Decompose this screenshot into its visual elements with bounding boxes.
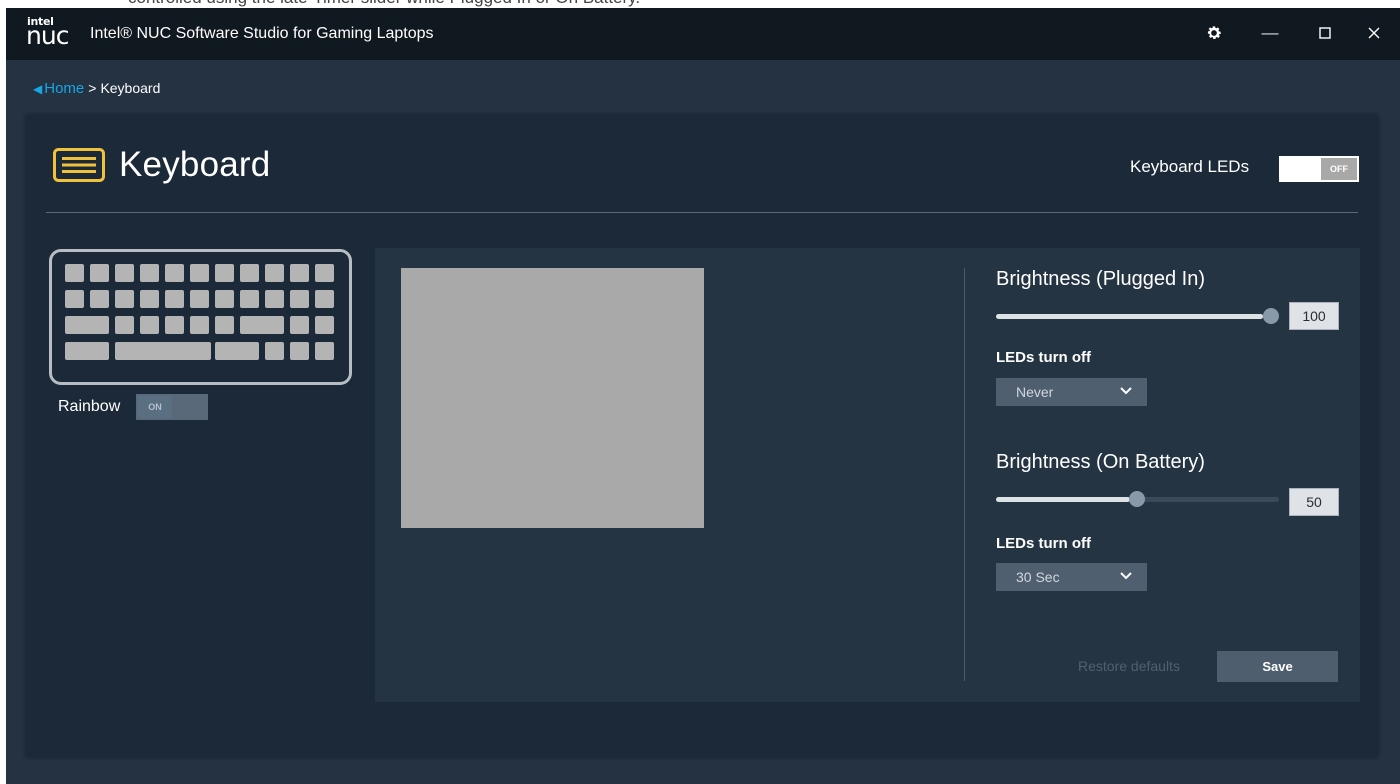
color-preview <box>401 268 704 528</box>
breadcrumb-home-link[interactable]: Home <box>44 80 84 97</box>
brightness-plugged-slider[interactable] <box>996 308 1279 324</box>
toggle-state-on: ON <box>138 396 172 418</box>
breadcrumb-current: Keyboard <box>100 80 161 96</box>
keyboard-key <box>115 290 134 308</box>
page-title: Keyboard <box>119 145 271 184</box>
keyboard-key <box>190 290 209 308</box>
keyboard-key <box>165 316 184 334</box>
keyboard-key <box>315 264 334 282</box>
rainbow-toggle[interactable]: ON <box>136 394 208 420</box>
keyboard-icon <box>53 148 105 182</box>
keyboard-key <box>65 342 109 360</box>
keyboard-key <box>315 342 334 360</box>
keyboard-key <box>115 264 134 282</box>
brightness-battery-title: Brightness (On Battery) <box>996 451 1205 473</box>
settings-button[interactable] <box>1201 20 1227 46</box>
minimize-icon: — <box>1261 23 1279 42</box>
keyboard-key <box>240 290 259 308</box>
dropdown-value: Never <box>1016 384 1054 400</box>
minimize-button[interactable]: — <box>1257 20 1283 46</box>
keyboard-key <box>90 264 109 282</box>
keyboard-key <box>290 290 309 308</box>
caption-text: controlled using the late-Timer slider w… <box>128 0 640 8</box>
keyboard-key <box>65 290 84 308</box>
keyboard-key <box>115 342 211 360</box>
slider-thumb[interactable] <box>1263 308 1279 324</box>
battery-leds-turn-off-dropdown[interactable]: 30 Sec <box>996 563 1147 591</box>
brightness-plugged-title: Brightness (Plugged In) <box>996 268 1206 290</box>
plugged-leds-turn-off-label: LEDs turn off <box>996 349 1091 366</box>
keyboard-keys <box>52 252 349 382</box>
keyboard-key <box>140 290 159 308</box>
restore-defaults-button[interactable]: Restore defaults <box>1078 658 1180 674</box>
panel-divider <box>964 268 965 681</box>
keyboard-key <box>290 342 309 360</box>
dropdown-value: 30 Sec <box>1016 569 1060 585</box>
intel-nuc-logo: intel nuc <box>26 15 70 50</box>
chevron-down-icon <box>1120 387 1132 395</box>
keyboard-key <box>140 316 159 334</box>
keyboard-key <box>265 342 284 360</box>
background-caption: controlled using the late-Timer slider w… <box>0 0 1400 8</box>
keyboard-key <box>65 316 109 334</box>
keyboard-key <box>140 264 159 282</box>
keyboard-leds-toggle[interactable]: OFF <box>1279 156 1359 182</box>
toggle-state-off: OFF <box>1321 158 1357 180</box>
keyboard-key <box>290 316 309 334</box>
keyboard-key <box>240 264 259 282</box>
slider-fill <box>996 314 1263 319</box>
maximize-button[interactable] <box>1312 20 1338 46</box>
title-bar: intel nuc Intel® NUC Software Studio for… <box>6 8 1400 60</box>
keyboard-key <box>90 290 109 308</box>
brightness-battery-value[interactable]: 50 <box>1289 488 1339 516</box>
app-window: intel nuc Intel® NUC Software Studio for… <box>6 8 1400 784</box>
keyboard-key <box>290 264 309 282</box>
keyboard-key <box>65 264 84 282</box>
keyboard-key <box>315 316 334 334</box>
slider-thumb[interactable] <box>1129 491 1145 507</box>
battery-leds-turn-off-label: LEDs turn off <box>996 535 1091 552</box>
save-button[interactable]: Save <box>1217 651 1338 682</box>
keyboard-key <box>315 290 334 308</box>
back-arrow-icon[interactable]: ◀ <box>33 82 42 96</box>
brightness-plugged-value[interactable]: 100 <box>1289 302 1339 330</box>
logo-nuc-text: nuc <box>26 21 69 50</box>
keyboard-leds-label: Keyboard LEDs <box>1130 157 1250 176</box>
header-divider <box>46 212 1358 213</box>
keyboard-key <box>215 264 234 282</box>
app-title: Intel® NUC Software Studio for Gaming La… <box>90 25 434 42</box>
keyboard-key <box>190 316 209 334</box>
keyboard-key <box>190 264 209 282</box>
gear-icon <box>1207 26 1221 39</box>
keyboard-key <box>215 290 234 308</box>
keyboard-layout-image <box>49 249 352 385</box>
keyboard-key <box>165 290 184 308</box>
rainbow-label: Rainbow <box>58 398 121 415</box>
keyboard-card: Keyboard Keyboard LEDs OFF Rainbow ON Br… <box>26 115 1378 757</box>
keyboard-key <box>265 264 284 282</box>
keyboard-key <box>265 290 284 308</box>
breadcrumb: ◀ Home > Keyboard <box>33 80 160 97</box>
lighting-settings-panel: Brightness (Plugged In) 100 LEDs turn of… <box>375 248 1360 702</box>
slider-fill <box>996 497 1130 502</box>
chevron-down-icon <box>1120 572 1132 580</box>
close-icon <box>1368 27 1380 39</box>
close-button[interactable] <box>1361 20 1387 46</box>
breadcrumb-separator: > <box>88 80 97 96</box>
keyboard-key <box>215 342 259 360</box>
keyboard-key <box>215 316 234 334</box>
keyboard-key <box>165 264 184 282</box>
keyboard-key <box>115 316 134 334</box>
brightness-battery-slider[interactable] <box>996 491 1279 507</box>
plugged-leds-turn-off-dropdown[interactable]: Never <box>996 378 1147 406</box>
keyboard-key <box>240 316 284 334</box>
maximize-icon <box>1319 27 1331 39</box>
